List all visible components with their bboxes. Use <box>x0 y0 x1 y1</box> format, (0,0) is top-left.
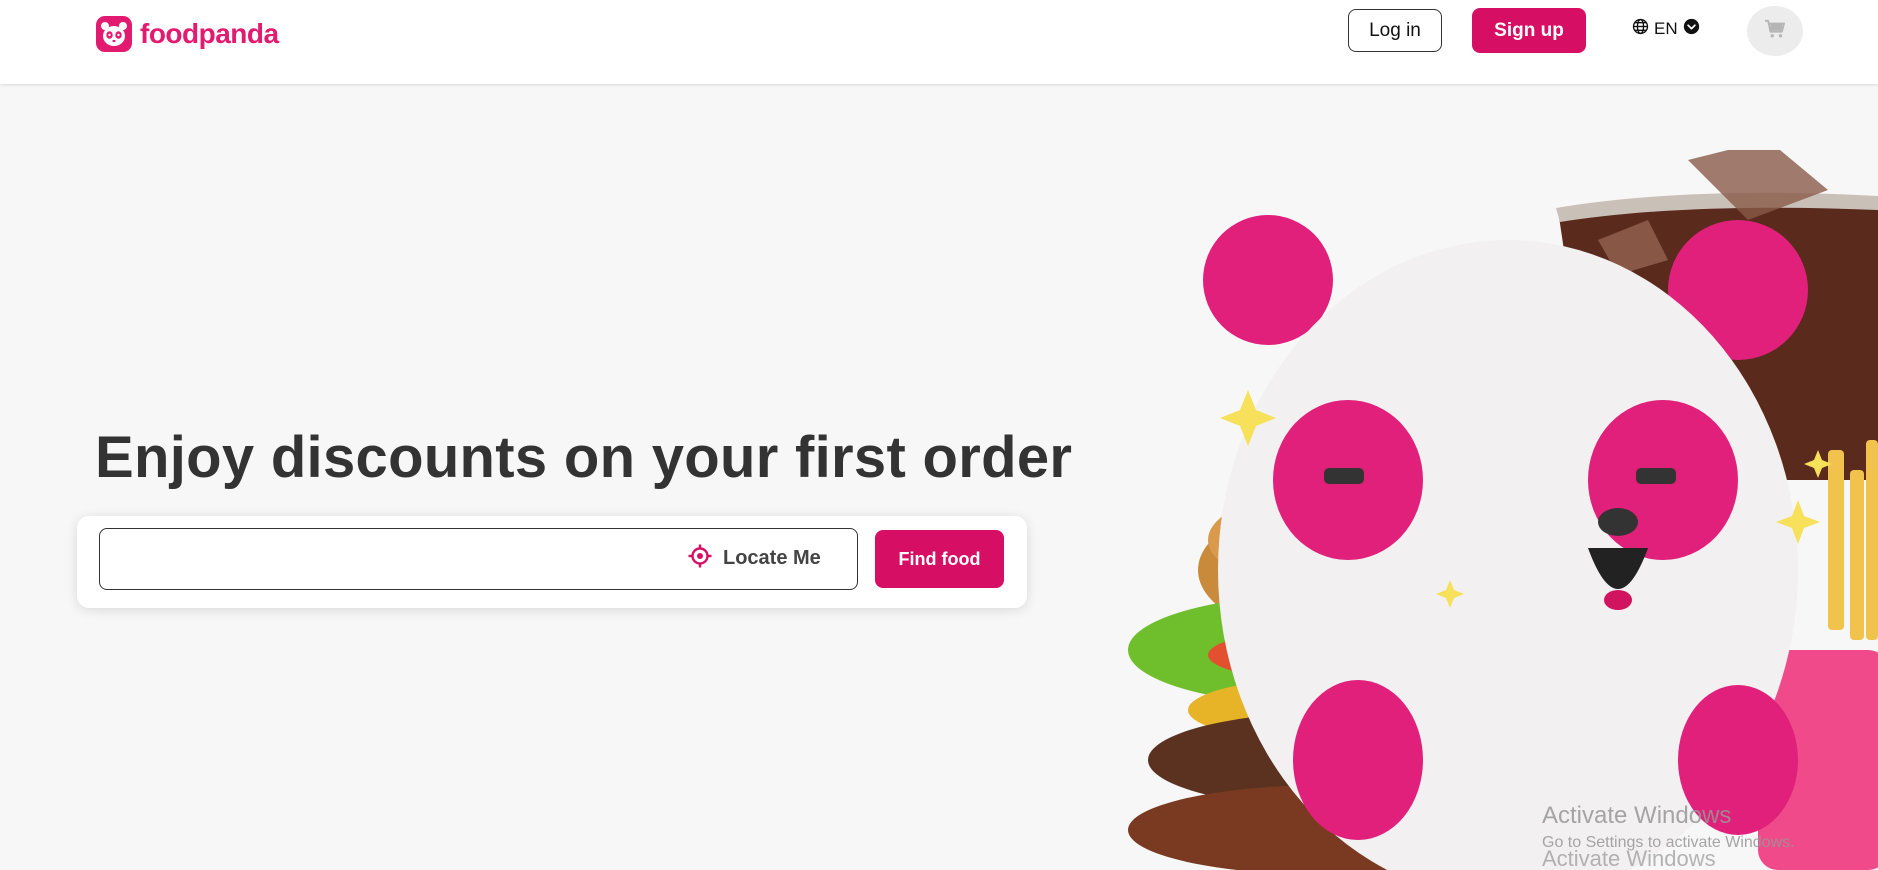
address-input[interactable] <box>114 537 654 581</box>
locate-crosshair-icon <box>687 543 713 574</box>
watermark-ghost-text: Activate Windows <box>1542 846 1716 870</box>
chevron-down-icon <box>1683 18 1700 40</box>
language-selector[interactable]: EN <box>1632 18 1700 40</box>
windows-activation-watermark: Activate Windows Go to Settings to activ… <box>1542 802 1795 852</box>
address-search-card: Locate Me Find food <box>77 516 1027 608</box>
top-navbar: foodpanda Log in Sign up EN <box>0 0 1878 84</box>
locate-me-button[interactable]: Locate Me <box>687 543 821 574</box>
cart-icon <box>1764 19 1786 44</box>
panda-logo-icon <box>96 16 132 52</box>
watermark-title: Activate Windows <box>1542 802 1732 829</box>
find-food-button[interactable]: Find food <box>875 530 1004 588</box>
locate-me-label: Locate Me <box>723 547 821 569</box>
foodpanda-logo[interactable]: foodpanda <box>96 16 279 52</box>
language-label: EN <box>1654 19 1678 38</box>
hero-title: Enjoy discounts on your first order <box>95 425 1073 490</box>
signup-button[interactable]: Sign up <box>1472 8 1586 53</box>
cart-button[interactable] <box>1747 6 1803 56</box>
hero-food-panda-illustration <box>1128 150 1878 870</box>
panda-mascot-image <box>1203 215 1832 870</box>
brand-name: foodpanda <box>140 18 279 49</box>
globe-icon <box>1632 18 1649 40</box>
address-field[interactable]: Locate Me <box>99 528 858 590</box>
login-button[interactable]: Log in <box>1348 9 1442 52</box>
